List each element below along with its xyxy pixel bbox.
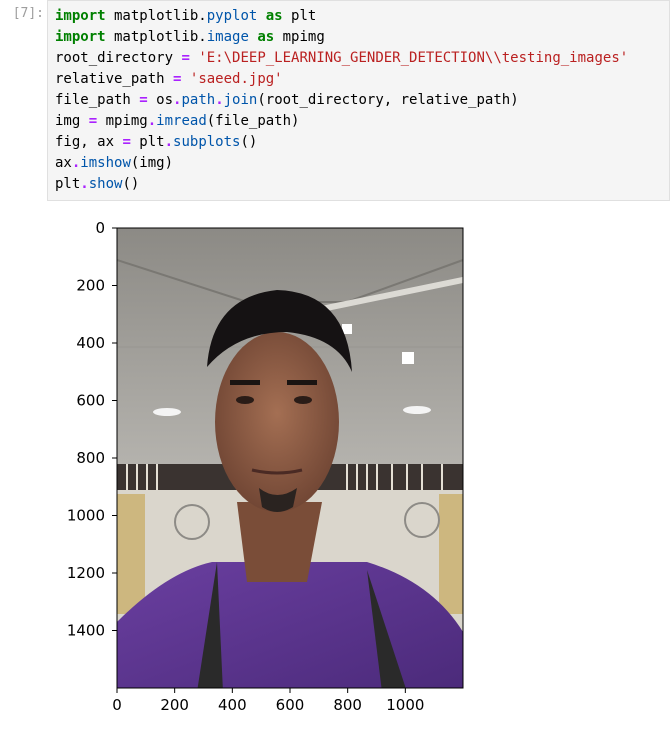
code-token: () [240,134,258,150]
code-token: file_path [55,92,140,108]
photo-image [117,228,463,688]
y-tick-label: 600 [76,392,105,410]
code-token: . [198,8,207,24]
code-line[interactable]: ax.imshow(img) [55,153,173,174]
y-tick-label: 1000 [67,507,105,525]
code-token: . [164,134,174,150]
code-token: matplotlib [105,8,199,24]
code-token: plt [130,134,165,150]
code-token: as [257,29,275,45]
code-line[interactable]: relative_path = 'saeed.jpg' [55,69,283,90]
code-token: img [55,113,89,129]
code-line[interactable]: plt.show() [55,174,139,195]
code-token: root_directory [55,50,182,66]
x-tick-label: 600 [276,696,305,714]
code-token: join [223,92,258,108]
cell-prompt: [7]: [12,6,44,21]
cell-output: 0 200 400 600 800 1000 0 200 400 600 800 1000 1200 1… [47,202,670,727]
y-axis-ticks: 0 200 400 600 800 1000 1200 1400 [67,219,117,640]
x-tick-label: 0 [112,696,122,714]
code-token: import [55,29,106,45]
code-token: os [147,92,174,108]
matplotlib-figure: 0 200 400 600 800 1000 0 200 400 600 800 1000 1200 1… [67,219,464,714]
code-line[interactable]: import matplotlib.image as mpimg [55,27,325,48]
code-token: 'saeed.jpg' [189,71,283,87]
code-token: (img) [130,155,174,171]
x-tick-label: 800 [333,696,362,714]
code-token: image [206,29,249,45]
code-token: = [122,134,131,150]
x-axis-ticks: 0 200 400 600 800 1000 [112,688,424,714]
code-token: (file_path) [206,113,300,129]
code-token: import [55,8,106,24]
code-token: mpimg [274,29,325,45]
code-line[interactable]: fig, ax = plt.subplots() [55,132,257,153]
y-tick-label: 400 [76,334,105,352]
y-tick-label: 1200 [67,564,105,582]
code-token: imread [156,113,207,129]
code-token: path [181,92,216,108]
code-token: . [147,113,157,129]
code-token: . [198,29,207,45]
code-token: = [181,50,190,66]
code-token: (root_directory, relative_path) [257,92,519,108]
x-tick-label: 400 [218,696,247,714]
code-token: pyplot [206,8,258,24]
code-token: relative_path [55,71,174,87]
code-token: show [88,176,123,192]
code-token: subplots [173,134,241,150]
code-line[interactable]: img = mpimg.imread(file_path) [55,111,299,132]
y-tick-label: 1400 [67,622,105,640]
code-token: as [265,8,283,24]
code-token: = [88,113,98,129]
y-tick-label: 0 [95,219,105,237]
code-token: . [80,176,89,192]
code-line[interactable]: import matplotlib.pyplot as plt [55,6,316,27]
code-token: = [139,92,148,108]
code-token: plt [55,176,81,192]
code-token: ax [55,155,72,171]
y-tick-label: 200 [76,277,105,295]
code-token: plt [282,8,317,24]
code-token: matplotlib [105,29,199,45]
code-token: mpimg [97,113,148,129]
code-token: () [122,176,140,192]
y-tick-label: 800 [76,449,105,467]
code-line[interactable]: file_path = os.path.join(root_directory,… [55,90,519,111]
x-tick-label: 200 [160,696,189,714]
code-token: fig, ax [55,134,123,150]
code-token: imshow [80,155,131,171]
code-token: 'E:\DEEP_LEARNING_GENDER_DETECTION\\test… [198,50,629,66]
code-line[interactable]: root_directory = 'E:\DEEP_LEARNING_GENDE… [55,48,628,69]
x-tick-label: 1000 [386,696,424,714]
code-token: . [215,92,224,108]
code-cell[interactable]: import matplotlib.pyplot as plt import ma… [47,0,670,201]
